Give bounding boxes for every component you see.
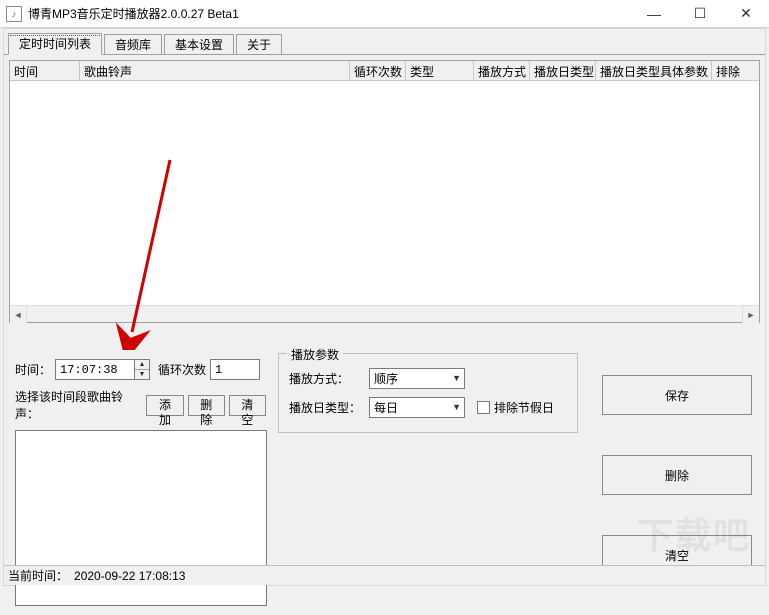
play-day-combo[interactable]: 每日 xyxy=(369,397,465,418)
tab-settings[interactable]: 基本设置 xyxy=(164,34,234,54)
delete-button[interactable]: 删除 xyxy=(188,395,225,416)
play-mode-label: 播放方式： xyxy=(289,370,365,387)
spinner-down-icon[interactable]: ▼ xyxy=(135,370,149,379)
col-exclude[interactable]: 排除 xyxy=(712,61,759,80)
tabstrip: 定时时间列表 音频库 基本设置 关于 xyxy=(4,33,765,55)
delete-right-button[interactable]: 删除 xyxy=(602,455,752,495)
col-mode[interactable]: 播放方式 xyxy=(474,61,530,80)
select-songs-label: 选择该时间段歌曲铃声： xyxy=(15,388,142,422)
scroll-right-icon[interactable]: ► xyxy=(742,306,759,323)
scroll-left-icon[interactable]: ◄ xyxy=(10,306,27,323)
titlebar: ♪ 博青MP3音乐定时播放器2.0.0.27 Beta1 — ☐ ✕ xyxy=(0,0,769,28)
play-params-legend: 播放参数 xyxy=(287,346,343,363)
play-params-fieldset: 播放参数 播放方式： 顺序 播放日类型： 每日 排除节假日 xyxy=(278,353,578,433)
tab-about[interactable]: 关于 xyxy=(236,34,282,54)
add-button[interactable]: 添加 xyxy=(146,395,183,416)
save-button[interactable]: 保存 xyxy=(602,375,752,415)
col-dayparam[interactable]: 播放日类型具体参数 xyxy=(596,61,712,80)
statusbar: 当前时间： 2020-09-22 17:08:13 xyxy=(4,565,765,585)
statusbar-time: 2020-09-22 17:08:13 xyxy=(74,569,185,583)
col-daytype[interactable]: 播放日类型 xyxy=(530,61,596,80)
col-type[interactable]: 类型 xyxy=(406,61,474,80)
col-loop[interactable]: 循环次数 xyxy=(350,61,406,80)
spinner-up-icon[interactable]: ▲ xyxy=(135,360,149,370)
clear-button[interactable]: 清空 xyxy=(229,395,266,416)
schedule-grid[interactable]: 时间 歌曲铃声 循环次数 类型 播放方式 播放日类型 播放日类型具体参数 排除 … xyxy=(9,60,760,323)
col-song[interactable]: 歌曲铃声 xyxy=(80,61,350,80)
maximize-button[interactable]: ☐ xyxy=(677,0,723,27)
tab-audio-library[interactable]: 音频库 xyxy=(104,34,162,54)
exclude-holiday-checkbox[interactable] xyxy=(477,401,490,414)
tab-schedule-list[interactable]: 定时时间列表 xyxy=(8,33,102,55)
loop-label: 循环次数 xyxy=(158,361,206,378)
client-area: 定时时间列表 音频库 基本设置 关于 时间 歌曲铃声 循环次数 类型 播放方式 … xyxy=(3,28,766,586)
time-spinner[interactable]: ▲ ▼ xyxy=(135,359,150,380)
play-mode-combo[interactable]: 顺序 xyxy=(369,368,465,389)
exclude-holiday-label: 排除节假日 xyxy=(494,399,554,416)
minimize-button[interactable]: — xyxy=(631,0,677,27)
play-day-label: 播放日类型： xyxy=(289,399,365,416)
window-title: 博青MP3音乐定时播放器2.0.0.27 Beta1 xyxy=(28,5,631,22)
grid-body[interactable] xyxy=(10,81,759,305)
close-button[interactable]: ✕ xyxy=(723,0,769,27)
col-time[interactable]: 时间 xyxy=(10,61,80,80)
app-icon: ♪ xyxy=(6,6,22,22)
statusbar-label: 当前时间： xyxy=(8,567,68,584)
form-area: 时间： ▲ ▼ 循环次数 选择该时间段歌曲铃声： 添加 删除 清空 播放参数 xyxy=(9,355,760,563)
grid-hscrollbar[interactable]: ◄ ► xyxy=(10,305,759,322)
time-input[interactable] xyxy=(55,359,135,380)
time-label: 时间： xyxy=(15,361,51,378)
loop-input[interactable] xyxy=(210,359,260,380)
grid-header: 时间 歌曲铃声 循环次数 类型 播放方式 播放日类型 播放日类型具体参数 排除 xyxy=(10,61,759,81)
